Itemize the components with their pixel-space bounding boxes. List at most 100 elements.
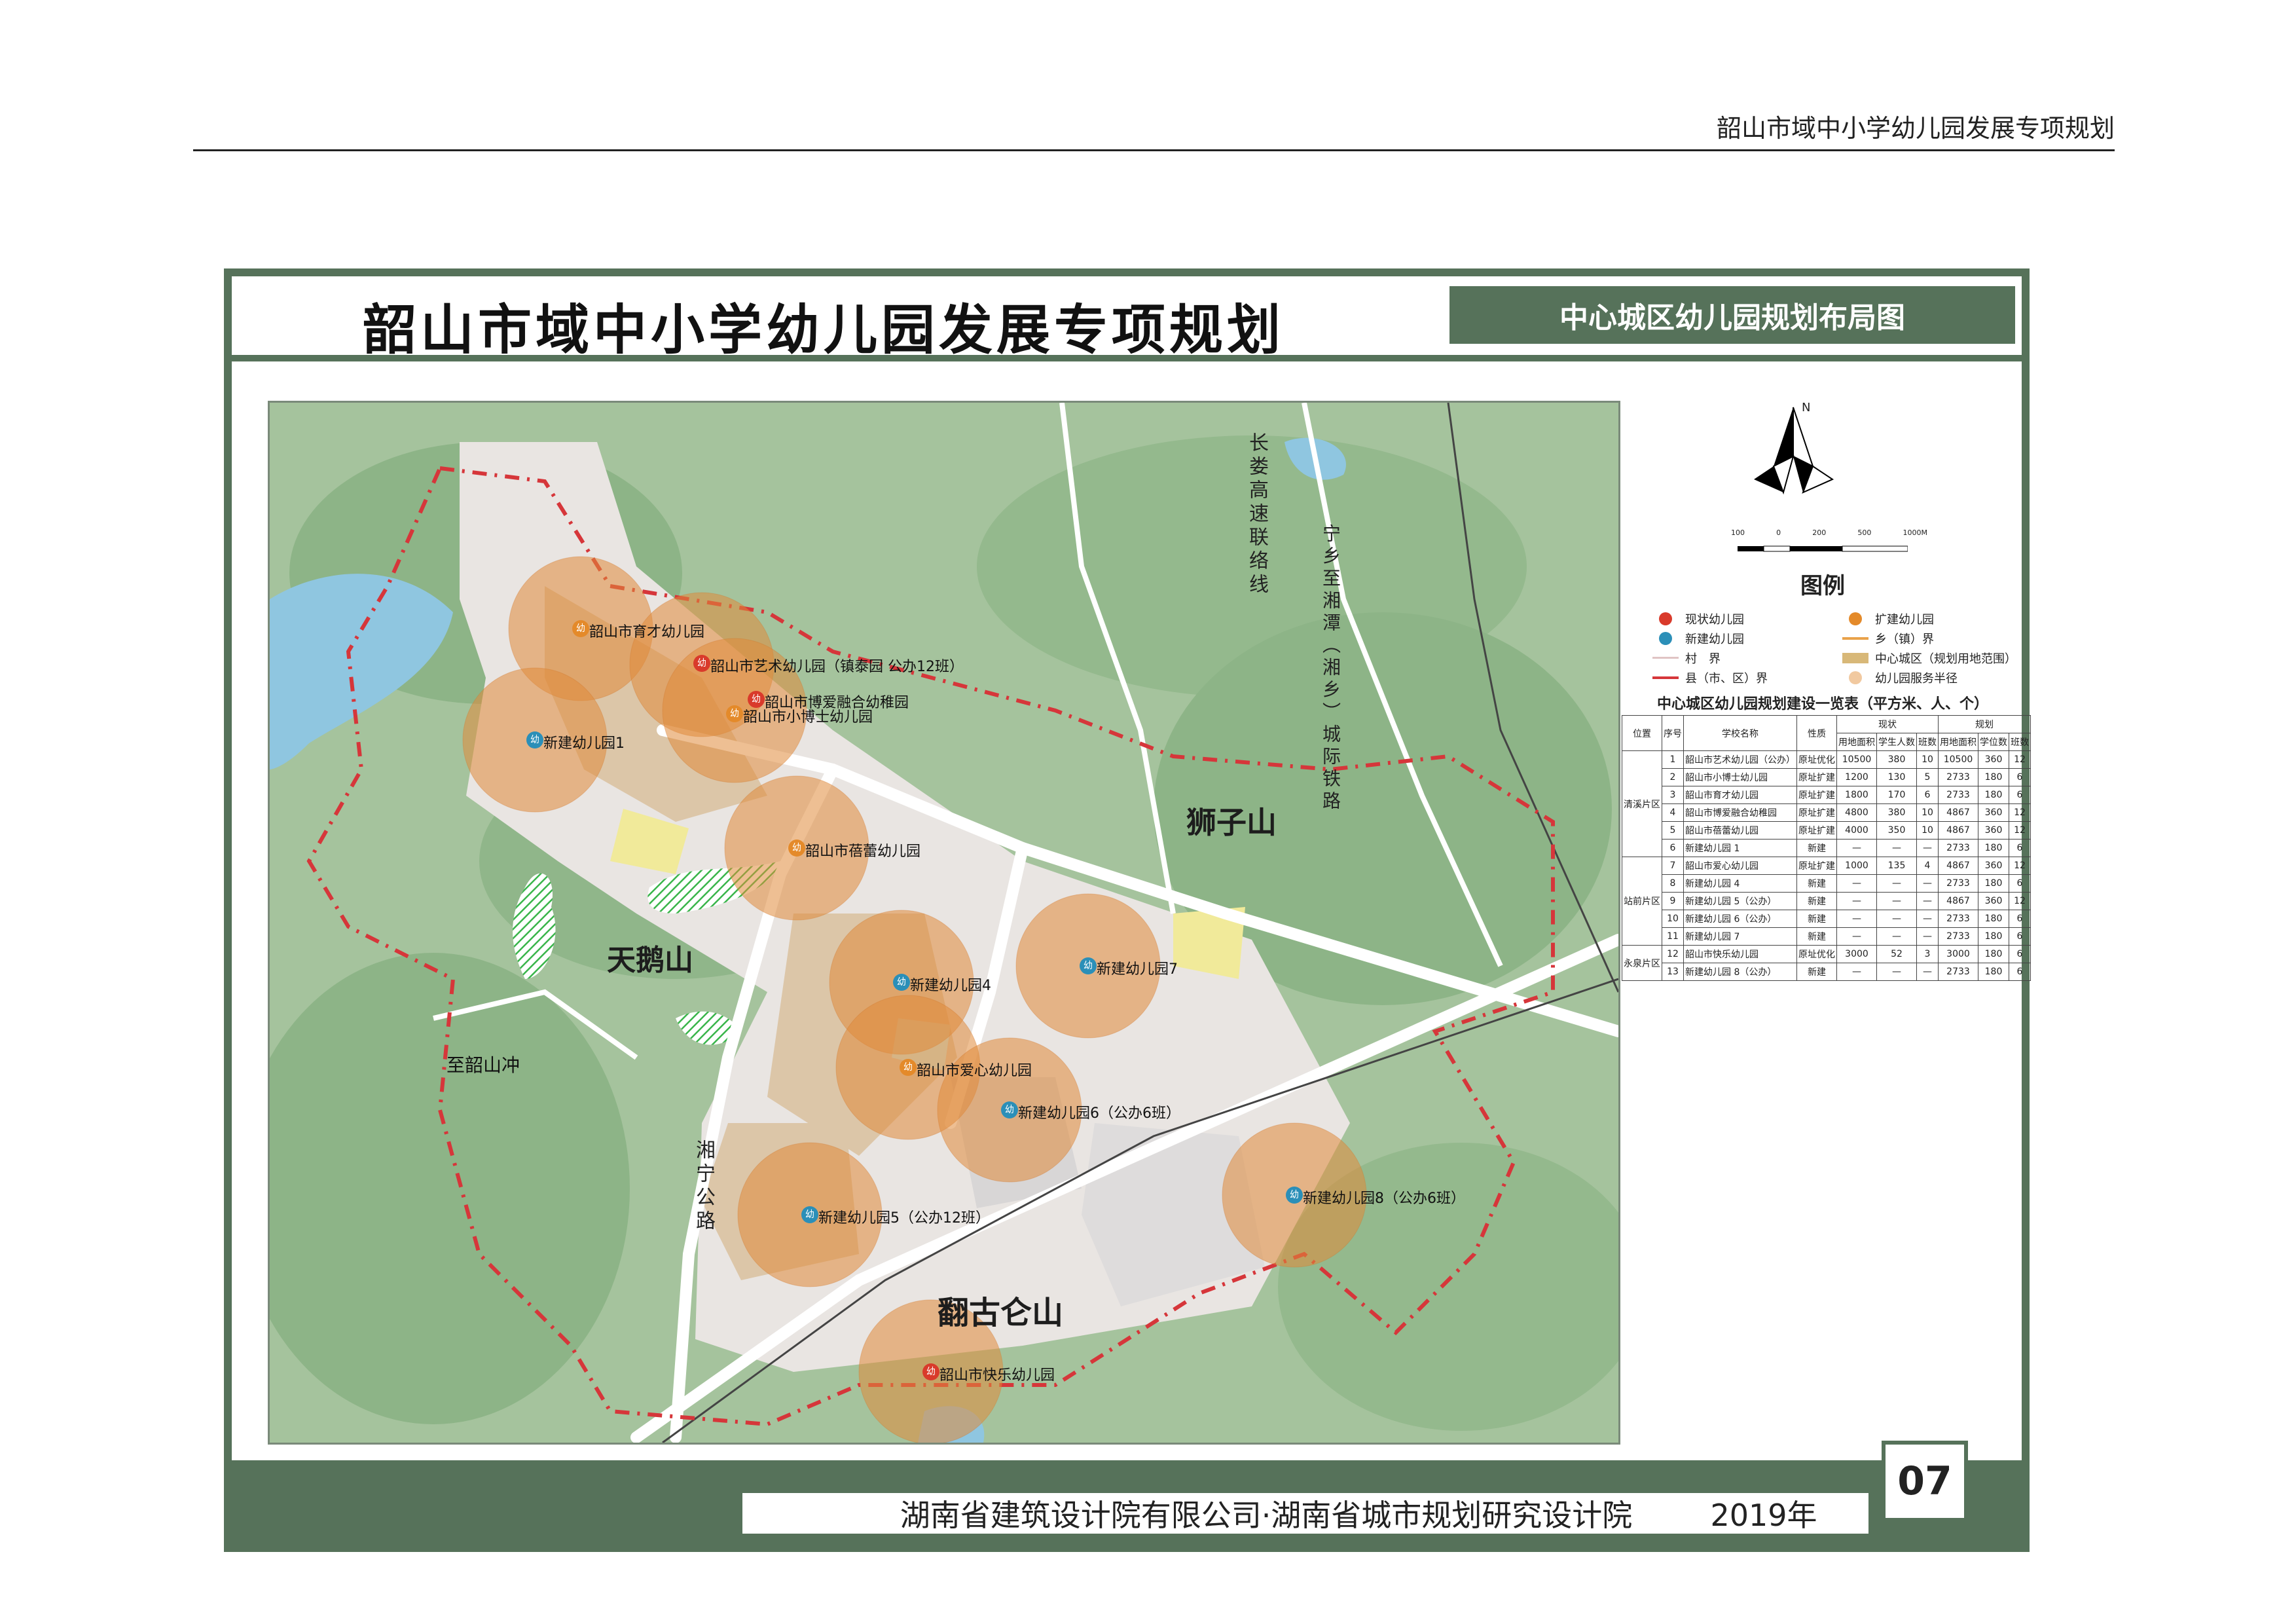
scale-tick: 500 [1857, 528, 1872, 537]
road-label-xiangning: 湘宁公路 [692, 1139, 715, 1234]
table-cell: 原址扩建 [1796, 857, 1837, 875]
table-cell: 6 [2009, 839, 2031, 857]
table-cell: 1 [1662, 750, 1684, 769]
table-cell: 新建幼儿园 4 [1683, 874, 1797, 893]
table-cell: 360 [1978, 821, 2009, 840]
service-radius-icon [1842, 671, 1868, 684]
col-name: 学校名称 [1683, 715, 1797, 751]
table-cell: 10 [1662, 910, 1684, 928]
scale-tick: 200 [1812, 528, 1827, 537]
scale-tick: 100 [1731, 528, 1745, 537]
table-cell: — [1916, 910, 1939, 928]
table-cell: 9 [1662, 892, 1684, 910]
village-boundary-icon [1652, 652, 1679, 665]
kg-marker-yishu: 幼 韶山市艺术幼儿园（镇泰园 公办12班） [693, 655, 964, 675]
kg-marker-xiaoboshi: 幼 韶山市小博士幼儿园 [726, 705, 873, 726]
col-seq: 序号 [1662, 715, 1684, 751]
table-cell: 6 [2009, 768, 2031, 786]
table-cell: 6 [2009, 874, 2031, 893]
road-label-zhishaochong: 至韶山冲 [446, 1054, 520, 1076]
table-cell: 12 [1662, 945, 1684, 963]
table-cell: 8 [1662, 874, 1684, 893]
table-cell: 6 [2009, 945, 2031, 963]
existing-kg-icon: 幼 [922, 1363, 939, 1380]
table-cell: — [1876, 839, 1917, 857]
table-cell: 4 [1662, 803, 1684, 822]
map-sheet-frame: 韶山市域中小学幼儿园发展专项规划 中心城区幼儿园规划布局图 天鹅山 狮子山 翻古… [224, 268, 2031, 1552]
table-row: 清溪片区 1 韶山市艺术幼儿园（公办） 原址优化 10500 380 10 10500 360 1… [1622, 750, 2031, 857]
title-bar: 韶山市域中小学幼儿园发展专项规划 中心城区幼儿园规划布局图 [232, 276, 2022, 361]
kg-marker-new1: 幼 新建幼儿园1 [526, 731, 625, 752]
table-cell: 4800 [1836, 803, 1877, 822]
table-cell: 3 [1916, 945, 1939, 963]
table-cell: 7 [1662, 857, 1684, 875]
table-cell: 韶山市艺术幼儿园（公办） [1683, 750, 1797, 769]
table-cell: 52 [1876, 945, 1917, 963]
place-tianpeng: 天鹅山 [607, 944, 693, 977]
table-cell: 新建 [1796, 963, 1837, 981]
table-cell: 韶山市爱心幼儿园 [1683, 857, 1797, 875]
table-cell: 360 [1978, 750, 2009, 769]
col-land-planned: 用地面积 [1938, 733, 1978, 751]
table-cell: 2733 [1938, 963, 1978, 981]
table-cell: 韶山市小博士幼儿园 [1683, 768, 1797, 786]
table-cell: 6 [2009, 910, 2031, 928]
table-cell: — [1836, 892, 1877, 910]
table-cell: — [1836, 927, 1877, 946]
table-row: 4 韶山市博爱融合幼稚园 原址扩建 4800 380 10 4867 360 12 [1622, 803, 2031, 822]
table-cell: 2 [1662, 768, 1684, 786]
table-cell: 新建 [1796, 839, 1837, 857]
map-sheet: 韶山市域中小学幼儿园发展专项规划 中心城区幼儿园规划布局图 天鹅山 狮子山 翻古… [232, 276, 2031, 1544]
table-row: 10 新建幼儿园 6（公办） 新建 — — —2733 180 6 [1622, 910, 2031, 928]
legend-label: 新建幼儿园 [1685, 633, 1744, 646]
table-cell: 4000 [1836, 821, 1877, 840]
kg-marker-aixin: 幼 韶山市爱心幼儿园 [900, 1059, 1032, 1079]
table-row: 9 新建幼儿园 5（公办） 新建 — — —4867 360 12 [1622, 892, 2031, 910]
table-cell: — [1916, 874, 1939, 893]
table-cell: 12 [2009, 750, 2031, 769]
plan-table-title: 中心城区幼儿园规划建设一览表（平方米、人、个） [1656, 696, 1988, 712]
table-cell: 11 [1662, 927, 1684, 946]
table-cell: 12 [2009, 821, 2031, 840]
table-row: 3 韶山市育才幼儿园 原址扩建 1800 170 6 2733 180 6 [1622, 786, 2031, 804]
kg-label: 新建幼儿园5（公办12班） [818, 1210, 990, 1227]
document-header: 韶山市域中小学幼儿园发展专项规划 [1716, 114, 2115, 143]
existing-kg-icon: 幼 [693, 655, 710, 672]
table-cell: 新建幼儿园 5（公办） [1683, 892, 1797, 910]
kg-marker-new5: 幼 新建幼儿园5（公办12班） [801, 1206, 990, 1227]
kg-marker-new8: 幼 新建幼儿园8（公办6班） [1286, 1187, 1465, 1207]
table-cell: 180 [1978, 768, 2009, 786]
table-cell: — [1836, 910, 1877, 928]
kg-label: 新建幼儿园8（公办6班） [1303, 1190, 1465, 1207]
page-number: 07 [1882, 1441, 1968, 1522]
table-cell: 原址扩建 [1796, 768, 1837, 786]
north-label: N [1802, 401, 1811, 415]
table-header-row: 位置 序号 学校名称 性质 现状 规划 [1622, 715, 2031, 751]
town-boundary-icon [1842, 632, 1868, 645]
table-cell: 1800 [1836, 786, 1877, 804]
table-row: 13 新建幼儿园 8（公办） 新建 — — —2733 180 6 [1622, 963, 2031, 981]
table-cell: 360 [1978, 892, 2009, 910]
table-cell: 新建幼儿园 1 [1683, 839, 1797, 857]
kg-label: 韶山市艺术幼儿园（镇泰园 公办12班） [710, 659, 964, 675]
table-cell: 4867 [1938, 821, 1978, 840]
col-nature: 性质 [1796, 715, 1837, 751]
table-cell: 2733 [1938, 927, 1978, 946]
table-cell: 135 [1876, 857, 1917, 875]
north-arrow-icon [1754, 407, 1834, 495]
place-shizi: 狮子山 [1186, 805, 1277, 840]
table-cell: 5 [1662, 821, 1684, 840]
table-cell: 新建幼儿园 6（公办） [1683, 910, 1797, 928]
table-cell: 180 [1978, 910, 2009, 928]
kg-marker-new4: 幼 新建幼儿园4 [893, 974, 991, 994]
table-cell: 6 [2009, 927, 2031, 946]
table-cell: 12 [2009, 803, 2031, 822]
table-cell: 1200 [1836, 768, 1877, 786]
place-fangu: 翻古仑山 [938, 1295, 1064, 1331]
new-kg-icon: 幼 [526, 731, 543, 748]
table-cell: 韶山市蓓蕾幼儿园 [1683, 821, 1797, 840]
table-cell: — [1836, 839, 1877, 857]
table-cell: 新建幼儿园 7 [1683, 927, 1797, 946]
expand-kg-icon: 幼 [572, 620, 589, 637]
legend-village-boundary: 村 界 [1652, 650, 1721, 667]
